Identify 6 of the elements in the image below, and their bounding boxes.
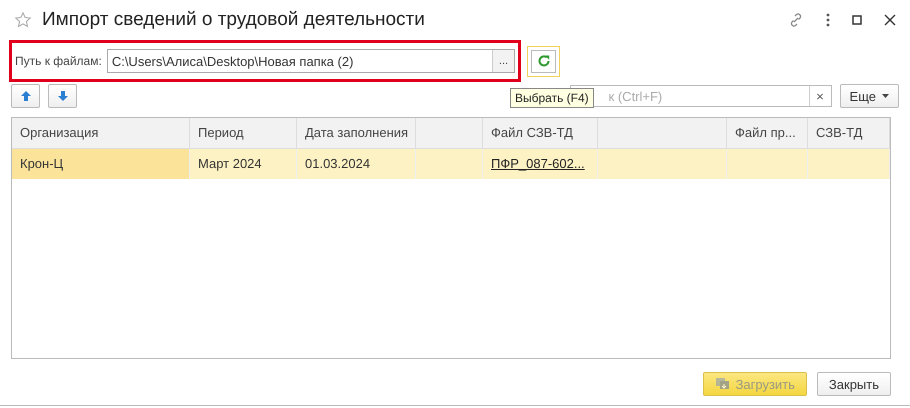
tooltip: Выбрать (F4) [510, 88, 594, 108]
window-title: Импорт сведений о трудовой деятельности [42, 9, 425, 31]
table-cell: Крон-Ц [12, 149, 190, 179]
table-cell: 01.03.2024 [297, 149, 416, 179]
path-label: Путь к файлам: [15, 54, 102, 68]
table-cell: Март 2024 [190, 149, 297, 179]
